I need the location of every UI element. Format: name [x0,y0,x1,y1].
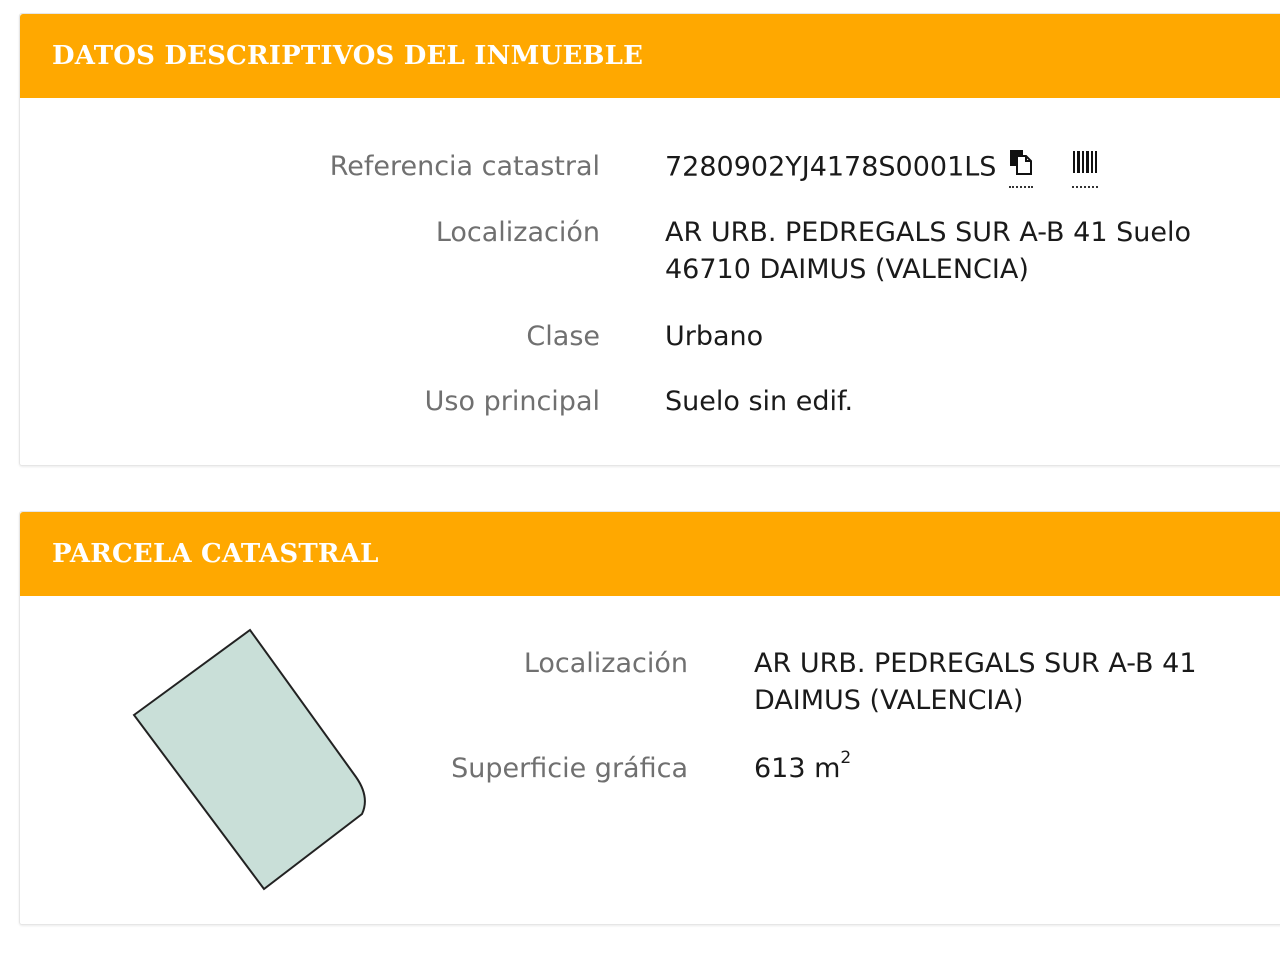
class-value: Urbano [665,321,764,352]
parcel-area-label: Superficie gráfica [451,753,688,784]
ref-label: Referencia catastral [329,151,600,182]
use-value: Suelo sin edif. [665,386,854,417]
location-line-2: 46710 DAIMUS (VALENCIA) [665,254,1029,285]
location-label: Localización [435,217,600,248]
class-label: Clase [526,321,600,352]
parcel-title: PARCELA CATASTRAL [20,512,1280,596]
parcel-location-line-2: DAIMUS (VALENCIA) [754,685,1024,716]
use-label: Uso principal [424,386,600,417]
ref-value-wrapper: 7280902YJ4178S0001LS [665,148,1098,188]
use-row: Uso principal Suelo sin edif. [20,383,1280,423]
parcel-location-row: Localización AR URB. PEDREGALS SUR A-B 4… [20,645,1280,725]
parcel-area-exponent: 2 [840,748,852,768]
barcode-icon[interactable] [1071,148,1098,188]
parcel-area-value: 613 m2 [754,750,851,787]
parcel-location-line-1: AR URB. PEDREGALS SUR A-B 41 [754,648,1197,679]
parcel-panel: PARCELA CATASTRAL Localización AR URB. P… [19,511,1280,925]
parcel-area-number: 613 m [754,753,841,784]
parcel-location-value: AR URB. PEDREGALS SUR A-B 41 DAIMUS (VAL… [754,645,1197,719]
descriptive-data-panel: DATOS DESCRIPTIVOS DEL INMUEBLE Referenc… [19,13,1280,466]
parcel-location-label: Localización [523,648,688,679]
class-row: Clase Urbano [20,318,1280,358]
location-line-1: AR URB. PEDREGALS SUR A-B 41 Suelo [665,217,1191,248]
parcel-area-row: Superficie gráfica 613 m2 [20,750,1280,790]
location-row: Localización AR URB. PEDREGALS SUR A-B 4… [20,214,1280,294]
ref-row: Referencia catastral 7280902YJ4178S0001L… [20,148,1280,188]
descriptive-data-title: DATOS DESCRIPTIVOS DEL INMUEBLE [20,14,1280,98]
location-value: AR URB. PEDREGALS SUR A-B 41 Suelo 46710… [665,214,1191,288]
copy-icon[interactable] [1009,148,1034,188]
ref-value[interactable]: 7280902YJ4178S0001LS [665,152,996,183]
